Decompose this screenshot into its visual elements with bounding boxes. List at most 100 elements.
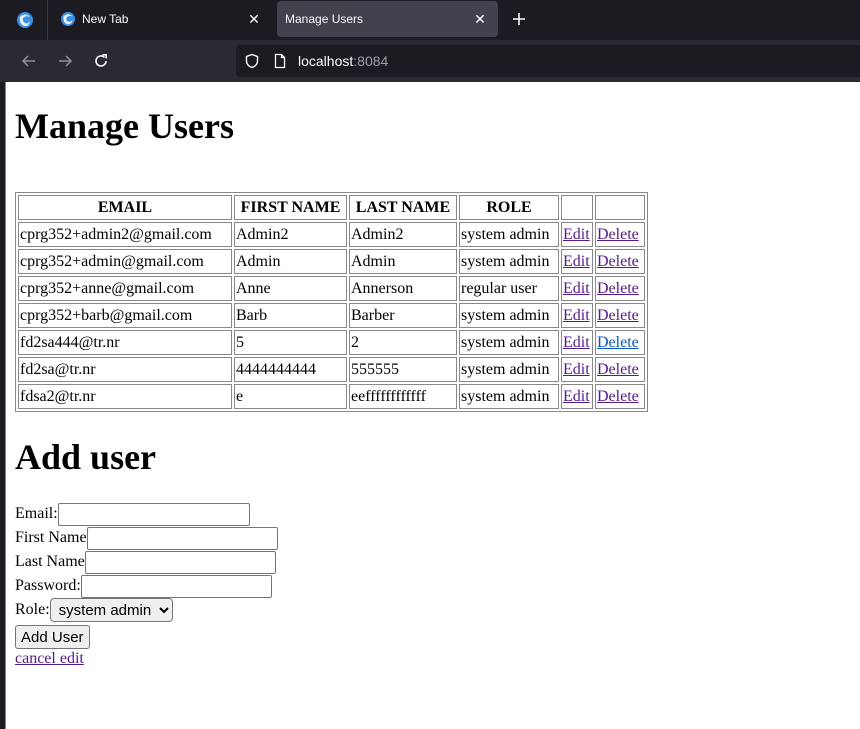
- cell-role: regular user: [459, 276, 559, 301]
- plus-icon: [513, 13, 525, 25]
- cell-first-name: Admin2: [234, 222, 347, 247]
- cell-first-name: e: [234, 384, 347, 409]
- column-header-first-name: FIRST NAME: [234, 195, 347, 220]
- last-name-field[interactable]: [84, 550, 276, 574]
- edit-link[interactable]: Edit: [563, 334, 590, 351]
- cell-edit: Edit: [561, 303, 593, 328]
- table-row: cprg352+admin@gmail.com Admin Admin syst…: [18, 249, 645, 274]
- column-header-role: ROLE: [459, 195, 559, 220]
- cell-role: system admin: [459, 222, 559, 247]
- cell-delete: Delete: [595, 303, 645, 328]
- page-info-icon[interactable]: [272, 53, 288, 69]
- cell-role: system admin: [459, 330, 559, 355]
- cell-edit: Edit: [561, 276, 593, 301]
- cell-last-name: eeffffffffffff: [349, 384, 457, 409]
- firefox-icon: [17, 12, 33, 28]
- tab-strip: New Tab ✕ Manage Users ✕: [0, 0, 860, 40]
- first-name-label: First Name: [15, 529, 87, 546]
- table-row: cprg352+admin2@gmail.com Admin2 Admin2 s…: [18, 222, 645, 247]
- cell-edit: Edit: [561, 249, 593, 274]
- edit-link[interactable]: Edit: [563, 388, 590, 405]
- table-row: cprg352+barb@gmail.com Barb Barber syste…: [18, 303, 645, 328]
- cell-email: fd2sa@tr.nr: [18, 357, 232, 382]
- tab-manage-users[interactable]: Manage Users ✕: [277, 1, 498, 37]
- new-tab-button[interactable]: [506, 6, 532, 32]
- cell-delete: Delete: [595, 384, 645, 409]
- close-tab-icon[interactable]: ✕: [468, 7, 492, 31]
- cell-delete: Delete: [595, 357, 645, 382]
- cell-edit: Edit: [561, 222, 593, 247]
- role-select[interactable]: system admin: [49, 598, 173, 622]
- cell-email: cprg352+barb@gmail.com: [18, 303, 232, 328]
- password-label: Password:: [15, 577, 81, 594]
- delete-link[interactable]: Delete: [597, 361, 639, 378]
- cell-email: cprg352+admin@gmail.com: [18, 249, 232, 274]
- forward-button[interactable]: [52, 48, 78, 74]
- url-text: localhost:8084: [298, 53, 388, 69]
- cell-role: system admin: [459, 249, 559, 274]
- cell-first-name: Anne: [234, 276, 347, 301]
- first-name-field[interactable]: [86, 526, 278, 550]
- back-button[interactable]: [16, 48, 42, 74]
- edit-link[interactable]: Edit: [563, 307, 590, 324]
- cell-last-name: 555555: [349, 357, 457, 382]
- page-title: Manage Users: [15, 106, 234, 146]
- delete-link[interactable]: Delete: [597, 253, 639, 270]
- edit-link[interactable]: Edit: [563, 280, 590, 297]
- cell-first-name: 5: [234, 330, 347, 355]
- cancel-edit-link[interactable]: cancel edit: [15, 650, 278, 668]
- cell-delete: Delete: [595, 330, 645, 355]
- role-label: Role:: [15, 601, 50, 618]
- add-user-heading: Add user: [15, 437, 157, 477]
- cell-role: system admin: [459, 303, 559, 328]
- cell-edit: Edit: [561, 384, 593, 409]
- edit-link[interactable]: Edit: [563, 361, 590, 378]
- table-header-row: EMAIL FIRST NAME LAST NAME ROLE: [18, 195, 645, 220]
- cell-email: cprg352+anne@gmail.com: [18, 276, 232, 301]
- tab-separator: [47, 0, 48, 40]
- password-field[interactable]: [80, 574, 272, 598]
- cell-last-name: Admin2: [349, 222, 457, 247]
- email-field[interactable]: [57, 502, 250, 526]
- cell-last-name: Admin: [349, 249, 457, 274]
- cell-role: system admin: [459, 384, 559, 409]
- forward-arrow-icon: [59, 55, 73, 67]
- firefox-view-button[interactable]: [4, 0, 46, 40]
- address-bar[interactable]: localhost:8084: [236, 45, 860, 77]
- last-name-label: Last Name: [15, 553, 85, 570]
- cell-edit: Edit: [561, 330, 593, 355]
- reload-icon: [95, 54, 107, 67]
- table-row: fd2sa444@tr.nr 5 2 system admin Edit Del…: [18, 330, 645, 355]
- column-header-email: EMAIL: [18, 195, 232, 220]
- firefox-icon: [61, 12, 75, 26]
- column-header-last-name: LAST NAME: [349, 195, 457, 220]
- cell-edit: Edit: [561, 357, 593, 382]
- delete-link[interactable]: Delete: [597, 226, 639, 243]
- users-table: EMAIL FIRST NAME LAST NAME ROLE cprg352+…: [15, 192, 648, 412]
- edit-link[interactable]: Edit: [563, 253, 590, 270]
- table-row: fd2sa@tr.nr 4444444444 555555 system adm…: [18, 357, 645, 382]
- cell-last-name: Annerson: [349, 276, 457, 301]
- delete-link[interactable]: Delete: [597, 388, 639, 405]
- edit-link[interactable]: Edit: [563, 226, 590, 243]
- table-row: fdsa2@tr.nr e eeffffffffffff system admi…: [18, 384, 645, 409]
- delete-link[interactable]: Delete: [597, 307, 639, 324]
- tracking-protection-shield-icon[interactable]: [244, 53, 260, 69]
- close-tab-icon[interactable]: ✕: [242, 7, 266, 31]
- delete-link[interactable]: Delete: [597, 280, 639, 297]
- tab-new-tab[interactable]: New Tab ✕: [50, 1, 272, 37]
- cell-email: fd2sa444@tr.nr: [18, 330, 232, 355]
- email-label: Email:: [15, 505, 58, 522]
- delete-link[interactable]: Delete: [597, 334, 639, 351]
- reload-button[interactable]: [88, 48, 114, 74]
- cell-email: fdsa2@tr.nr: [18, 384, 232, 409]
- tab-title: New Tab: [82, 12, 129, 26]
- cell-role: system admin: [459, 357, 559, 382]
- tab-title: Manage Users: [285, 12, 364, 26]
- add-user-form: Email: First Name Last Name Password: Ro…: [15, 502, 278, 668]
- add-user-button[interactable]: Add User: [15, 625, 90, 649]
- url-port: :8084: [353, 53, 389, 69]
- url-host: localhost: [298, 53, 354, 69]
- table-row: cprg352+anne@gmail.com Anne Annerson reg…: [18, 276, 645, 301]
- page-content: Manage Users EMAIL FIRST NAME LAST NAME …: [5, 82, 860, 729]
